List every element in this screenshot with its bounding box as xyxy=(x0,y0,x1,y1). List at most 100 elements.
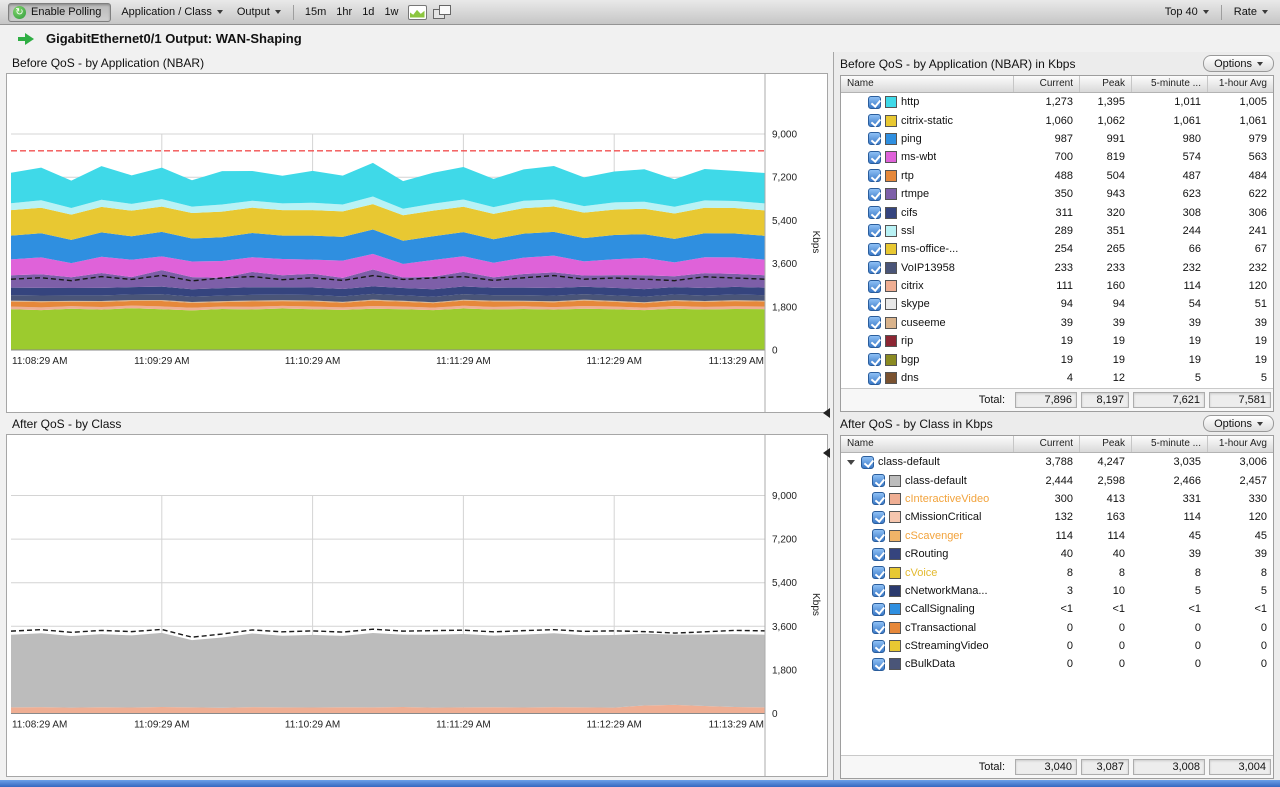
row-checkbox[interactable] xyxy=(868,132,881,145)
row-checkbox[interactable] xyxy=(868,96,881,109)
table-row[interactable]: bgp19191919 xyxy=(841,350,1273,368)
time-range-15m[interactable]: 15m xyxy=(302,4,329,20)
cell-value: 66 xyxy=(1131,243,1207,255)
row-checkbox[interactable] xyxy=(868,335,881,348)
table-row[interactable]: VoIP13958233233232232 xyxy=(841,259,1273,277)
row-checkbox[interactable] xyxy=(868,353,881,366)
column-header-name[interactable]: Name xyxy=(841,76,1013,92)
after-options-button[interactable]: Options xyxy=(1203,415,1274,432)
row-checkbox[interactable] xyxy=(872,603,885,616)
row-label: rtp xyxy=(901,170,914,182)
row-checkbox[interactable] xyxy=(872,511,885,524)
tables-column: Before QoS - by Application (NBAR) in Kb… xyxy=(833,52,1280,787)
time-range-1d[interactable]: 1d xyxy=(359,4,377,20)
row-checkbox[interactable] xyxy=(868,261,881,274)
collapse-panel-arrow-top[interactable] xyxy=(823,408,830,418)
column-header-current[interactable]: Current xyxy=(1013,76,1079,92)
row-checkbox[interactable] xyxy=(861,456,874,469)
table-row[interactable]: cCallSignaling<1<1<1<1 xyxy=(841,600,1273,618)
row-checkbox[interactable] xyxy=(868,114,881,127)
cell-value: 19 xyxy=(1079,354,1131,366)
row-checkbox[interactable] xyxy=(872,529,885,542)
row-checkbox[interactable] xyxy=(872,584,885,597)
table-row[interactable]: rtmpe350943623622 xyxy=(841,185,1273,203)
column-header-1-hour-avg[interactable]: 1-hour Avg xyxy=(1207,76,1273,92)
column-header-name[interactable]: Name xyxy=(841,436,1013,452)
cell-value: 19 xyxy=(1013,354,1079,366)
table-row[interactable]: cifs311320308306 xyxy=(841,203,1273,221)
table-row[interactable]: cRouting40403939 xyxy=(841,545,1273,563)
time-range-1hr[interactable]: 1hr xyxy=(333,4,355,20)
collapse-toggle-icon[interactable] xyxy=(847,460,855,465)
row-name-cell: citrix xyxy=(841,280,1013,293)
row-checkbox[interactable] xyxy=(868,280,881,293)
row-checkbox[interactable] xyxy=(868,206,881,219)
y-tick-label: 1,800 xyxy=(772,302,797,313)
table-row[interactable]: class-default3,7884,2473,0353,006 xyxy=(841,453,1273,471)
table-row[interactable]: cInteractiveVideo300413331330 xyxy=(841,490,1273,508)
column-header-5-minute[interactable]: 5-minute ... xyxy=(1131,436,1207,452)
application-class-dropdown[interactable]: Application / Class xyxy=(117,4,227,20)
cell-value: 563 xyxy=(1207,151,1273,163)
table-row[interactable]: citrix-static1,0601,0621,0611,061 xyxy=(841,111,1273,129)
row-checkbox[interactable] xyxy=(868,188,881,201)
row-checkbox[interactable] xyxy=(868,298,881,311)
total-value: 7,896 xyxy=(1015,392,1077,408)
row-checkbox[interactable] xyxy=(872,474,885,487)
cell-value: 2,457 xyxy=(1207,475,1273,487)
row-checkbox[interactable] xyxy=(868,316,881,329)
table-row[interactable]: ms-office-...2542656667 xyxy=(841,240,1273,258)
series-color-swatch xyxy=(889,622,901,634)
row-label: cifs xyxy=(901,207,918,219)
collapse-panel-arrow-bottom[interactable] xyxy=(823,448,830,458)
column-header-peak[interactable]: Peak xyxy=(1079,436,1131,452)
table-row[interactable]: cuseeme39393939 xyxy=(841,314,1273,332)
table-row[interactable]: ms-wbt700819574563 xyxy=(841,148,1273,166)
row-checkbox[interactable] xyxy=(872,492,885,505)
table-row[interactable]: ssl289351244241 xyxy=(841,222,1273,240)
rate-dropdown[interactable]: Rate xyxy=(1230,4,1272,20)
table-row[interactable]: cStreamingVideo0000 xyxy=(841,637,1273,655)
chart-view-icon[interactable] xyxy=(408,5,427,20)
enable-polling-button[interactable]: ↻ Enable Polling xyxy=(8,3,111,22)
output-dropdown[interactable]: Output xyxy=(233,4,285,20)
column-header-current[interactable]: Current xyxy=(1013,436,1079,452)
table-row[interactable]: citrix111160114120 xyxy=(841,277,1273,295)
row-checkbox[interactable] xyxy=(868,243,881,256)
area-series-other xyxy=(11,308,765,350)
series-color-swatch xyxy=(885,188,897,200)
table-row[interactable]: cTransactional0000 xyxy=(841,619,1273,637)
table-row[interactable]: skype94945451 xyxy=(841,295,1273,313)
row-checkbox[interactable] xyxy=(872,640,885,653)
time-range-1w[interactable]: 1w xyxy=(381,4,401,20)
table-row[interactable]: rip19191919 xyxy=(841,332,1273,350)
row-checkbox[interactable] xyxy=(872,621,885,634)
x-tick-label: 11:10:29 AM xyxy=(285,356,340,367)
table-row[interactable]: class-default2,4442,5982,4662,457 xyxy=(841,471,1273,489)
table-row[interactable]: cMissionCritical132163114120 xyxy=(841,508,1273,526)
table-row[interactable]: cNetworkMana...31055 xyxy=(841,582,1273,600)
row-checkbox[interactable] xyxy=(868,169,881,182)
table-row[interactable]: cScavenger1141144545 xyxy=(841,527,1273,545)
detach-window-icon[interactable] xyxy=(433,5,452,20)
chevron-down-icon xyxy=(1262,10,1268,14)
cell-value: 120 xyxy=(1207,511,1273,523)
table-row[interactable]: http1,2731,3951,0111,005 xyxy=(841,93,1273,111)
row-checkbox[interactable] xyxy=(872,566,885,579)
table-row[interactable]: cVoice8888 xyxy=(841,563,1273,581)
before-options-button[interactable]: Options xyxy=(1203,55,1274,72)
row-checkbox[interactable] xyxy=(868,224,881,237)
row-checkbox[interactable] xyxy=(868,151,881,164)
table-row[interactable]: ping987991980979 xyxy=(841,130,1273,148)
row-checkbox[interactable] xyxy=(872,548,885,561)
table-row[interactable]: dns41255 xyxy=(841,369,1273,387)
row-checkbox[interactable] xyxy=(872,658,885,671)
column-header-peak[interactable]: Peak xyxy=(1079,76,1131,92)
column-header-1-hour-avg[interactable]: 1-hour Avg xyxy=(1207,436,1273,452)
row-label: rip xyxy=(901,335,913,347)
table-row[interactable]: cBulkData0000 xyxy=(841,655,1273,673)
column-header-5-minute[interactable]: 5-minute ... xyxy=(1131,76,1207,92)
row-checkbox[interactable] xyxy=(868,372,881,385)
table-row[interactable]: rtp488504487484 xyxy=(841,167,1273,185)
top-n-dropdown[interactable]: Top 40 xyxy=(1161,4,1213,20)
